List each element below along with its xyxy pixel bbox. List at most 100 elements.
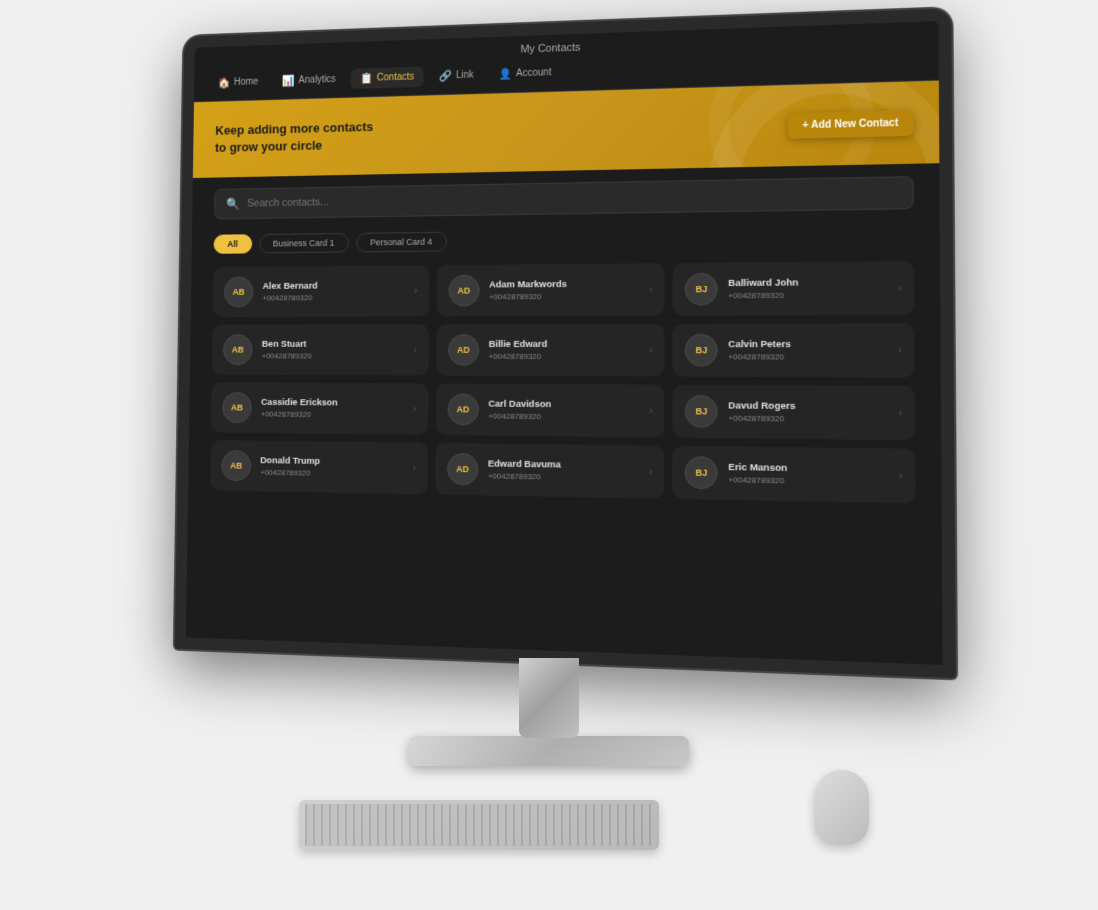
contact-info: Calvin Peters +00428789320 [728, 339, 887, 362]
keyboard [299, 800, 659, 850]
home-icon: 🏠 [218, 77, 231, 90]
contact-name: Alex Bernard [263, 280, 405, 292]
contact-avatar: AD [448, 275, 479, 307]
contact-avatar: BJ [685, 395, 718, 428]
contact-phone: +00428789320 [488, 412, 639, 422]
contact-info: Donald Trump +00428789320 [260, 455, 403, 479]
contact-card[interactable]: AD Edward Bavuma +00428789320 › [435, 443, 665, 499]
contact-card[interactable]: AD Carl Davidson +00428789320 › [436, 383, 665, 437]
contact-avatar: AD [447, 453, 478, 485]
chevron-right-icon: › [898, 345, 902, 356]
contact-name: Eric Manson [728, 462, 888, 476]
contact-info: Carl Davidson +00428789320 [488, 399, 639, 422]
contact-card[interactable]: AB Donald Trump +00428789320 › [210, 440, 428, 494]
chevron-right-icon: › [649, 345, 652, 356]
contact-avatar: AB [224, 276, 254, 307]
contact-card[interactable]: BJ Balliward John +00428789320 › [673, 261, 914, 316]
nav-item-contacts[interactable]: 📋 Contacts [351, 67, 424, 90]
contact-name: Donald Trump [260, 455, 403, 468]
chevron-right-icon: › [413, 463, 416, 474]
hero-line2: to grow your circle [215, 138, 322, 155]
analytics-icon: 📊 [282, 75, 295, 88]
hero-line1: Keep adding more contacts [215, 119, 373, 137]
contact-phone: +00428789320 [728, 414, 887, 425]
contact-phone: +00428789320 [262, 352, 405, 361]
contact-phone: +00428789320 [488, 471, 639, 483]
add-contact-button[interactable]: + Add New Contact [788, 110, 914, 139]
contact-name: Billie Edward [489, 339, 639, 350]
contact-phone: +00428789320 [261, 410, 404, 420]
monitor-stand-neck [519, 658, 579, 738]
chevron-right-icon: › [898, 407, 902, 419]
contact-phone: +00428789320 [489, 292, 639, 302]
contact-card[interactable]: AD Adam Markwords +00428789320 › [436, 263, 664, 316]
mouse [814, 770, 869, 845]
nav-item-home[interactable]: 🏠 Home [209, 72, 268, 94]
hero-text: Keep adding more contacts to grow your c… [215, 118, 373, 157]
nav-label-home: Home [234, 77, 259, 88]
contact-avatar: AD [447, 393, 478, 425]
chevron-right-icon: › [899, 470, 903, 482]
link-icon: 🔗 [439, 69, 452, 82]
search-box: 🔍 [214, 176, 914, 219]
contacts-icon: 📋 [360, 72, 373, 85]
contact-phone: +00428789320 [728, 352, 887, 362]
contact-info: Cassidie Erickson +00428789320 [261, 397, 404, 420]
chevron-right-icon: › [649, 405, 652, 416]
contact-info: Davud Rogers +00428789320 [728, 400, 887, 424]
contact-card[interactable]: AD Billie Edward +00428789320 › [436, 324, 665, 377]
search-icon: 🔍 [226, 197, 240, 211]
contact-name: Carl Davidson [488, 399, 639, 411]
contact-phone: +00428789320 [728, 475, 888, 487]
contact-info: Billie Edward +00428789320 [489, 339, 640, 361]
chevron-right-icon: › [649, 466, 652, 477]
contact-name: Ben Stuart [262, 339, 404, 350]
contact-info: Edward Bavuma +00428789320 [488, 458, 639, 482]
nav-item-analytics[interactable]: 📊 Analytics [273, 69, 345, 91]
chevron-right-icon: › [414, 285, 417, 296]
contact-name: Edward Bavuma [488, 458, 639, 471]
contact-name: Calvin Peters [728, 339, 887, 350]
contact-name: Adam Markwords [489, 279, 639, 291]
filter-tab-personal[interactable]: Personal Card 4 [356, 232, 447, 253]
contact-card[interactable]: AB Cassidie Erickson +00428789320 › [211, 382, 428, 435]
nav-label-analytics: Analytics [299, 74, 336, 86]
chevron-right-icon: › [898, 282, 902, 293]
chevron-right-icon: › [649, 284, 652, 295]
contact-name: Davud Rogers [728, 400, 887, 413]
search-input[interactable] [247, 187, 900, 210]
contact-info: Adam Markwords +00428789320 [489, 279, 639, 302]
contact-avatar: BJ [685, 456, 718, 489]
contact-avatar: AB [221, 450, 251, 481]
chevron-right-icon: › [413, 404, 416, 415]
monitor-stand-base [409, 736, 689, 766]
contact-card[interactable]: BJ Eric Manson +00428789320 › [673, 446, 916, 504]
contact-card[interactable]: AB Alex Bernard +00428789320 › [213, 265, 430, 317]
contact-card[interactable]: BJ Davud Rogers +00428789320 › [673, 385, 915, 441]
contact-info: Balliward John +00428789320 [728, 277, 887, 301]
monitor-screen: My Contacts 🏠 Home 📊 Analytics 📋 Contact… [175, 8, 956, 678]
account-icon: 👤 [499, 68, 512, 81]
filter-tab-all[interactable]: All [214, 234, 252, 254]
contact-avatar: AB [223, 334, 253, 365]
nav-label-account: Account [516, 67, 551, 79]
contact-avatar: BJ [685, 334, 718, 367]
contact-info: Ben Stuart +00428789320 [262, 339, 405, 361]
contact-phone: +00428789320 [728, 290, 887, 300]
chevron-right-icon: › [414, 344, 417, 355]
nav-label-link: Link [456, 70, 474, 81]
contact-phone: +00428789320 [262, 293, 404, 302]
nav-item-account[interactable]: 👤 Account [489, 62, 561, 85]
contact-card[interactable]: AB Ben Stuart +00428789320 › [212, 324, 429, 375]
contact-avatar: BJ [685, 273, 718, 306]
contact-phone: +00428789320 [260, 468, 403, 479]
contacts-grid: AB Alex Bernard +00428789320 › AD Adam M… [188, 257, 942, 517]
filter-tab-business[interactable]: Business Card 1 [259, 233, 349, 253]
contact-name: Cassidie Erickson [261, 397, 404, 409]
nav-item-link[interactable]: 🔗 Link [429, 65, 483, 87]
contact-phone: +00428789320 [489, 352, 639, 361]
contact-info: Eric Manson +00428789320 [728, 462, 888, 487]
app-container: My Contacts 🏠 Home 📊 Analytics 📋 Contact… [186, 21, 943, 665]
contact-card[interactable]: BJ Calvin Peters +00428789320 › [673, 323, 915, 377]
nav-label-contacts: Contacts [377, 72, 414, 84]
